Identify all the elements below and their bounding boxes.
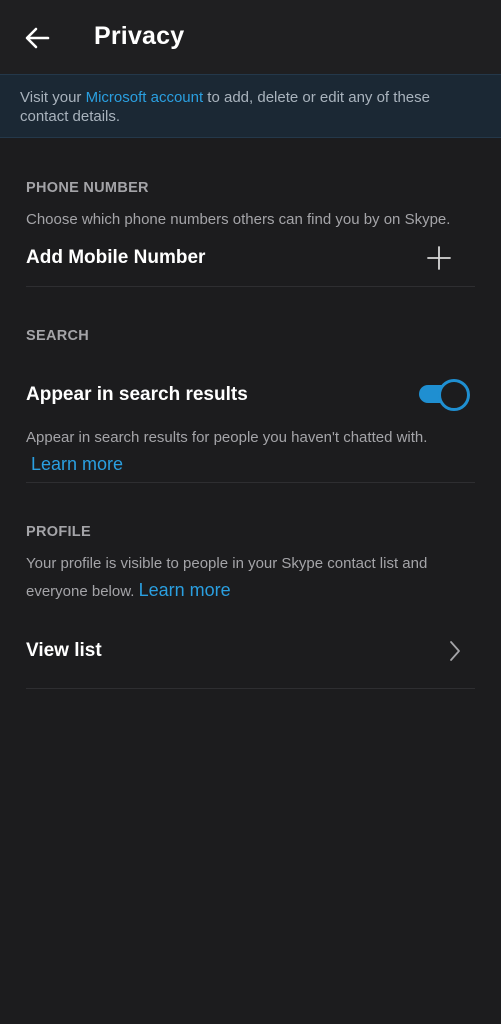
app-header: Privacy [0,0,501,74]
phone-number-section-label: PHONE NUMBER [26,180,149,196]
microsoft-account-link[interactable]: Microsoft account [86,89,204,106]
appear-in-search-toggle[interactable] [419,378,470,411]
profile-section-label: PROFILE [26,524,91,540]
add-mobile-number-button[interactable] [424,243,454,273]
plus-icon [427,246,451,270]
divider [26,688,475,689]
account-info-banner: Visit your Microsoft account to add, del… [0,74,501,138]
banner-text-before: Visit your [20,89,86,106]
view-list-chevron-button[interactable] [444,638,466,664]
phone-number-description: Choose which phone numbers others can fi… [26,211,451,228]
divider [26,482,475,483]
profile-description: Your profile is visible to people in you… [26,551,478,605]
search-description-text: Appear in search results for people you … [26,429,428,446]
search-learn-more-link[interactable]: Learn more [31,454,123,474]
search-section-label: SEARCH [26,328,90,344]
appear-in-search-label: Appear in search results [26,384,248,405]
profile-learn-more-link[interactable]: Learn more [139,580,231,600]
chevron-right-icon [450,641,460,661]
view-list-label[interactable]: View list [26,640,102,662]
search-description: Appear in search results for people you … [26,425,478,479]
arrow-left-icon [25,27,50,49]
page-title: Privacy [94,22,185,50]
back-button[interactable] [18,20,56,56]
banner-text: Visit your Microsoft account to add, del… [20,88,480,126]
add-mobile-number-label[interactable]: Add Mobile Number [26,247,205,269]
toggle-knob [438,379,470,411]
divider [26,286,475,287]
